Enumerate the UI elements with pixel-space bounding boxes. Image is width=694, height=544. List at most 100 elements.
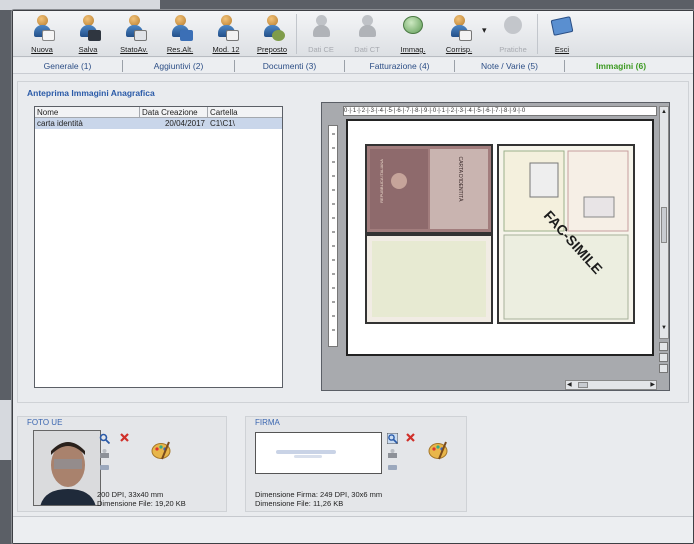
foto-info: 200 DPI, 33x40 mm Dimensione File: 19,20…	[97, 490, 186, 508]
column-header-data-creazione[interactable]: Data Creazione	[140, 107, 208, 117]
mod12-label: Mod. 12	[212, 45, 240, 54]
firma-title: FIRMA	[255, 418, 280, 427]
correspondence-icon	[459, 30, 472, 41]
delete-icon[interactable]	[119, 432, 130, 443]
tab-label: Immagini (6)	[595, 60, 647, 71]
res-alt-label: Res.Alt.	[166, 45, 194, 54]
preposto-icon	[272, 30, 285, 41]
tab-label: Generale (1)	[43, 60, 92, 71]
save-button[interactable]: Salva	[65, 11, 111, 57]
image-viewer[interactable]: 0·|·1·|·2·|·3·|·4·|·5·|·6·|·7·|·8·|·9·|·…	[321, 102, 670, 391]
status-bar	[13, 516, 693, 543]
tab-bar: Generale (1) Aggiuntivi (2) Documenti (3…	[13, 58, 693, 74]
tab-aggiuntivi[interactable]: Aggiuntivi (2)	[123, 59, 235, 72]
tab-label: Fatturazione (4)	[369, 60, 430, 71]
camera-icon[interactable]	[387, 461, 398, 472]
person-photo-icon	[34, 431, 100, 505]
scroll-right-icon[interactable]: ▶	[650, 381, 655, 388]
new-icon	[42, 30, 55, 41]
ruler-ticks: 0·|·1·|·2·|·3·|·4·|·5·|·6·|·7·|·8·|·9·|·…	[344, 108, 526, 114]
search-icon[interactable]	[99, 433, 111, 445]
list-item[interactable]: carta identità 20/04/2017 C1\C1\	[35, 118, 282, 129]
vertical-ruler	[328, 125, 338, 347]
scroll-up-icon[interactable]: ▲	[661, 109, 667, 115]
signature-image[interactable]	[255, 432, 382, 474]
horizontal-ruler: 0·|·1·|·2·|·3·|·4·|·5·|·6·|·7·|·8·|·9·|·…	[343, 106, 657, 116]
status-button[interactable]: StatoAv.	[111, 11, 157, 57]
new-label: Nuova	[31, 45, 53, 54]
edit-palette-icon[interactable]	[150, 439, 172, 461]
scroll-down-icon[interactable]: ▼	[661, 325, 667, 331]
viewer-vertical-scrollbar[interactable]: ▲ ▼	[659, 106, 669, 339]
pratiche-icon	[504, 16, 522, 34]
images-icon	[403, 16, 423, 34]
zoom-control-2[interactable]	[659, 353, 668, 362]
new-button[interactable]: Nuova	[19, 11, 65, 57]
passport-photo[interactable]	[33, 430, 101, 506]
exit-icon	[550, 16, 574, 36]
preposto-button[interactable]: Preposto	[249, 11, 295, 57]
cell-data: 20/04/2017	[164, 119, 205, 128]
toolbar-separator	[296, 14, 297, 54]
save-icon	[88, 30, 101, 41]
zoom-control-1[interactable]	[659, 342, 668, 351]
zoom-control-3[interactable]	[659, 364, 668, 373]
toolbar-separator	[537, 14, 538, 54]
pratiche-button[interactable]: Pratiche	[490, 11, 536, 57]
document-page: CARTA D'IDENTITÀ REPUBBLICA ITALIANA FAC…	[346, 119, 654, 356]
tab-fatturazione[interactable]: Fatturazione (4)	[345, 59, 455, 72]
images-button[interactable]: Immag.	[390, 11, 436, 57]
firma-dpi-size: Dimensione Firma: 249 DPI, 30x6 mm	[255, 490, 383, 499]
toolbar: Nuova Salva StatoAv. Res.Alt. Mod. 12 Pr…	[13, 11, 693, 57]
image-list[interactable]: Nome Data Creazione Cartella carta ident…	[34, 106, 283, 388]
mod12-icon	[226, 30, 239, 41]
camera-icon[interactable]	[99, 461, 110, 472]
res-alt-button[interactable]: Res.Alt.	[157, 11, 203, 57]
dati-ct-button[interactable]: Dati CT	[344, 11, 390, 57]
dati-ct-icon	[358, 15, 376, 37]
mod12-button[interactable]: Mod. 12	[203, 11, 249, 57]
svg-text:REPUBBLICA ITALIANA: REPUBBLICA ITALIANA	[379, 159, 384, 203]
delete-icon[interactable]	[405, 432, 416, 443]
res-alt-icon	[180, 30, 193, 41]
svg-text:CARTA D'IDENTITÀ: CARTA D'IDENTITÀ	[457, 157, 464, 203]
viewer-horizontal-scrollbar[interactable]: ◀ ▶	[565, 380, 657, 390]
identity-card-scan: CARTA D'IDENTITÀ REPUBBLICA ITALIANA FAC…	[365, 144, 635, 324]
correspondence-label: Corrisp.	[445, 45, 473, 54]
foto-file-size: Dimensione File: 19,20 KB	[97, 499, 186, 508]
main-window: Nuova Salva StatoAv. Res.Alt. Mod. 12 Pr…	[12, 10, 694, 544]
viewer-hscroll-thumb[interactable]	[578, 382, 588, 388]
firma-file-size: Dimensione File: 11,26 KB	[255, 499, 344, 508]
background-window-strip	[0, 0, 160, 10]
foto-dpi-size: 200 DPI, 33x40 mm	[97, 490, 164, 499]
app-root: Nuova Salva StatoAv. Res.Alt. Mod. 12 Pr…	[0, 0, 694, 544]
firma-info: Dimensione Firma: 249 DPI, 30x6 mm Dimen…	[255, 490, 382, 508]
column-header-cartella[interactable]: Cartella	[208, 107, 282, 117]
scroll-left-icon[interactable]: ◀	[567, 381, 572, 388]
exit-label: Esci	[554, 45, 570, 54]
scanner-icon[interactable]	[99, 448, 110, 459]
dati-ce-button[interactable]: Dati CE	[298, 11, 344, 57]
tab-label: Note / Varie (5)	[480, 60, 538, 71]
list-header: Nome Data Creazione Cartella	[35, 107, 282, 118]
dati-ct-label: Dati CT	[354, 45, 380, 54]
tab-documenti[interactable]: Documenti (3)	[235, 59, 345, 72]
signature-blur-icon	[276, 450, 336, 458]
scanner-icon[interactable]	[387, 448, 398, 459]
dati-ce-label: Dati CE	[308, 45, 334, 54]
search-icon[interactable]	[386, 432, 399, 445]
preposto-label: Preposto	[256, 45, 288, 54]
background-window-edge	[0, 400, 12, 460]
tab-note-varie[interactable]: Note / Varie (5)	[455, 59, 565, 72]
exit-button[interactable]: Esci	[539, 11, 585, 57]
edit-palette-icon[interactable]	[427, 439, 449, 461]
column-header-nome[interactable]: Nome	[35, 107, 140, 117]
dati-ce-icon	[312, 15, 330, 37]
viewer-scroll-thumb[interactable]	[661, 207, 667, 243]
tab-immagini[interactable]: Immagini (6)	[565, 60, 677, 72]
tab-generale[interactable]: Generale (1)	[13, 59, 123, 72]
pratiche-label: Pratiche	[499, 45, 527, 54]
save-label: Salva	[78, 45, 98, 54]
correspondence-button[interactable]: Corrisp.	[436, 11, 482, 57]
correspondence-dropdown-arrow-icon[interactable]: ▾	[482, 11, 490, 56]
